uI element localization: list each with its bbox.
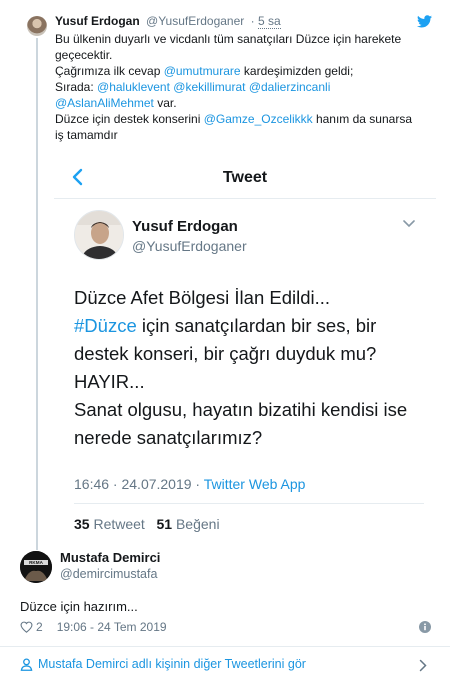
main-like-count[interactable]: 2 (36, 620, 43, 634)
text-line: geçecektir. (55, 48, 113, 62)
mention-link[interactable]: @dalierzincanli (249, 80, 331, 94)
main-author-handle[interactable]: @demircimustafa (60, 567, 157, 581)
more-tweets-link[interactable]: Mustafa Demirci adlı kişinin diğer Tweet… (38, 657, 306, 671)
screenshot-author-name: Yusuf Erdogan (132, 218, 238, 235)
screenshot-header: Tweet (54, 158, 436, 199)
screenshot-time: 16:46 · 24.07.2019 · (74, 476, 204, 492)
screenshot-avatar (74, 210, 124, 260)
like-label: Beğeni (172, 516, 220, 532)
parent-avatar[interactable] (27, 16, 47, 36)
text-line: Sırada: @haluklevent @kekillimurat @dali… (55, 79, 435, 95)
thread-line (36, 38, 38, 550)
screenshot-tweet-text: Düzce Afet Bölgesi İlan Edildi... #Düzce… (74, 284, 424, 452)
svg-text:RKMA: RKMA (29, 560, 43, 565)
parent-author-handle[interactable]: @YusufErdoganer (146, 14, 244, 28)
main-tweet-text: Düzce için hazırım... (20, 599, 138, 614)
main-avatar[interactable]: RKMA (20, 551, 52, 583)
chevron-right-icon (419, 659, 427, 672)
text-line: Bu ülkenin duyarlı ve vicdanlı tüm sanat… (55, 32, 402, 46)
text-line: #Düzce için sanatçılardan bir ses, bir (74, 312, 424, 340)
like-count: 51 (156, 516, 173, 532)
chevron-down-icon (403, 220, 415, 228)
mention-link[interactable]: @kekillimurat (173, 80, 245, 94)
main-author-name[interactable]: Mustafa Demirci (60, 550, 160, 565)
parent-tweet-text: Bu ülkenin duyarlı ve vicdanlı tüm sanat… (55, 31, 435, 143)
parent-timestamp[interactable]: 5 sa (257, 14, 281, 29)
twitter-bird-icon[interactable] (417, 15, 432, 28)
text-segment: Düzce için destek konserini (55, 112, 204, 126)
text-line: iş tamamdır (55, 128, 118, 142)
text-line: nerede sanatçılarımız? (74, 427, 263, 448)
text-segment: var. (153, 96, 177, 110)
text-segment: hanım da sunarsa (312, 112, 413, 126)
main-timestamp[interactable]: 19:06 - 24 Tem 2019 (57, 620, 167, 634)
parent-dot: · (250, 14, 255, 28)
screenshot-author-handle: @YusufErdoganer (132, 238, 247, 254)
mention-link[interactable]: @AslanAliMehmet (55, 96, 154, 110)
text-line: Sanat olgusu, hayatın bizatihi kendisi i… (74, 399, 408, 420)
text-line: Düzce Afet Bölgesi İlan Edildi... (74, 287, 331, 308)
text-line: Çağrımıza ilk cevap @umutmurare kardeşim… (55, 63, 435, 79)
text-segment: kardeşimizden geldi; (240, 64, 354, 78)
heart-icon[interactable] (20, 621, 33, 633)
hashtag: #Düzce (74, 315, 137, 336)
divider (74, 503, 424, 504)
parent-header: Yusuf Erdogan @YusufErdoganer · 5 sa (55, 14, 281, 29)
person-icon (20, 658, 33, 671)
text-segment: Sırada: (55, 80, 98, 94)
attached-screenshot[interactable]: Tweet Yusuf Erdogan @YusufErdoganer Düzc… (54, 158, 436, 542)
retweet-label: Retweet (89, 516, 145, 532)
info-icon[interactable] (419, 621, 431, 633)
text-segment: Çağrımıza ilk cevap (55, 64, 164, 78)
more-tweets-bar[interactable]: Mustafa Demirci adlı kişinin diğer Tweet… (0, 646, 450, 687)
parent-author-name[interactable]: Yusuf Erdogan (55, 14, 140, 28)
text-line: @AslanAliMehmet var. (55, 95, 435, 111)
text-line: HAYIR... (74, 371, 145, 392)
screenshot-source: Twitter Web App (203, 476, 306, 492)
text-segment: için sanatçılardan bir ses, bir (136, 315, 377, 336)
screenshot-stats: 35 Retweet 51 Beğeni (74, 516, 220, 532)
mention-link[interactable]: @haluklevent (97, 80, 170, 94)
retweet-count: 35 (74, 516, 90, 532)
mention-link[interactable]: @umutmurare (164, 64, 241, 78)
screenshot-title: Tweet (222, 169, 268, 186)
main-tweet-footer: 2 19:06 - 24 Tem 2019 (20, 620, 167, 634)
text-line: destek konseri, bir çağrı duyduk mu? (74, 343, 377, 364)
text-line: Düzce için destek konserini @Gamze_Ozcel… (55, 111, 435, 127)
mention-link[interactable]: @Gamze_Ozcelikkk (204, 112, 313, 126)
screenshot-meta: 16:46 · 24.07.2019 · Twitter Web App (74, 476, 305, 492)
